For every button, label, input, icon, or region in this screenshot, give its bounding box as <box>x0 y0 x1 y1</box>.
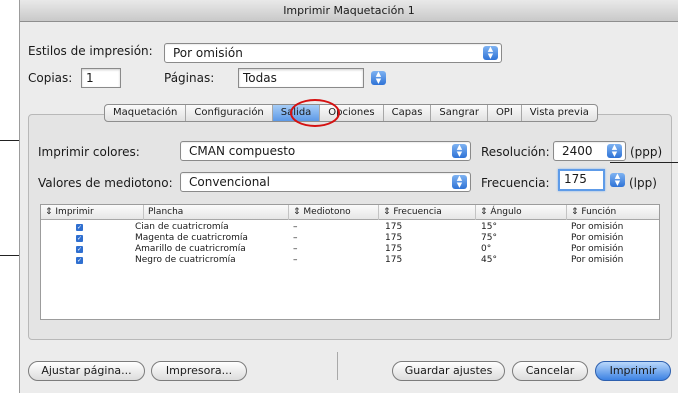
plate-angle: 45° <box>481 255 497 265</box>
printer-button[interactable]: Impresora... <box>151 361 247 381</box>
popup-arrows-icon: ▲ ▼ <box>483 46 498 60</box>
col-mediotono-label: Mediotono <box>303 207 351 217</box>
checkbox-checked-icon[interactable]: ✓ <box>76 224 83 231</box>
col-angulo-label: Ángulo <box>490 207 522 217</box>
table-row[interactable]: ✓ Cian de cuatricromía – 175 15° Por omi… <box>41 222 659 233</box>
print-button[interactable]: Imprimir <box>595 361 671 381</box>
print-styles-popup[interactable]: Por omisión ▲ ▼ <box>164 43 502 63</box>
tab-vista-previa[interactable]: Vista previa <box>522 105 597 121</box>
col-funcion[interactable]: ⇕ Función <box>566 205 661 220</box>
plate-function: Por omisión <box>571 233 624 243</box>
plate-name: Magenta de cuatricromía <box>135 233 248 243</box>
cancel-button[interactable]: Cancelar <box>512 361 588 381</box>
plate-name: Negro de cuatricromía <box>135 255 236 265</box>
plate-angle: 75° <box>481 233 497 243</box>
resolution-value: 2400 <box>562 144 593 158</box>
plate-frequency: 175 <box>385 233 403 243</box>
popup-arrows-icon: ▲ ▼ <box>452 175 467 189</box>
print-colors-value: CMAN compuesto <box>189 144 296 158</box>
plate-angle: 0° <box>481 244 492 254</box>
tab-sangrar[interactable]: Sangrar <box>431 105 488 121</box>
plate-frequency: 175 <box>385 255 403 265</box>
copies-field[interactable]: 1 <box>81 68 121 88</box>
frequency-field[interactable]: 175 <box>558 169 605 191</box>
print-colors-label: Imprimir colores: <box>38 145 140 159</box>
plate-frequency: 175 <box>385 222 403 232</box>
plate-halftone: – <box>293 244 298 254</box>
pages-popup-arrows-icon[interactable]: ▲ ▼ <box>371 71 386 85</box>
print-colors-popup[interactable]: CMAN compuesto ▲ ▼ <box>180 141 471 161</box>
tab-maquetacion[interactable]: Maquetación <box>105 105 187 121</box>
resolution-label: Resolución: <box>481 145 550 159</box>
table-row[interactable]: ✓ Negro de cuatricromía – 175 45° Por om… <box>41 255 659 266</box>
frequency-label: Frecuencia: <box>481 176 550 190</box>
plate-frequency: 175 <box>385 244 403 254</box>
frequency-arrows-icon[interactable]: ▲ ▼ <box>610 173 625 187</box>
checkbox-checked-icon[interactable]: ✓ <box>76 257 83 264</box>
col-plancha[interactable]: Plancha <box>143 205 288 220</box>
callout-line-frequency <box>610 162 678 163</box>
frequency-unit: (lpp) <box>629 176 657 190</box>
copies-label: Copias: <box>28 71 73 85</box>
resolution-popup[interactable]: 2400 ▲ ▼ <box>553 141 626 161</box>
col-imprimir-label: Imprimir <box>55 207 94 217</box>
col-plancha-label: Plancha <box>148 207 184 217</box>
halftone-label: Valores de mediotono: <box>38 176 173 190</box>
col-frecuencia[interactable]: ⇕ Frecuencia <box>378 205 475 220</box>
checkbox-checked-icon[interactable]: ✓ <box>76 246 83 253</box>
pages-field[interactable]: Todas <box>238 68 364 88</box>
col-imprimir[interactable]: ⇕ Imprimir <box>41 205 143 220</box>
col-funcion-label: Función <box>581 207 617 217</box>
tab-capas[interactable]: Capas <box>384 105 432 121</box>
pages-label: Páginas: <box>164 71 215 85</box>
window-title: Imprimir Maquetación 1 <box>20 0 678 22</box>
highlight-ring <box>290 99 340 127</box>
plates-table: ⇕ Imprimir Plancha ⇕ Mediotono ⇕ Frecuen… <box>40 204 660 320</box>
tab-bar: Maquetación Configuración Salida Opcione… <box>104 104 598 122</box>
checkbox-checked-icon[interactable]: ✓ <box>76 235 83 242</box>
plate-name: Amarillo de cuatricromía <box>135 244 246 254</box>
plate-angle: 15° <box>481 222 497 232</box>
plate-name: Cian de cuatricromía <box>135 222 229 232</box>
table-row[interactable]: ✓ Amarillo de cuatricromía – 175 0° Por … <box>41 244 659 255</box>
button-divider <box>337 352 338 380</box>
col-angulo[interactable]: ⇕ Ángulo <box>475 205 566 220</box>
plate-function: Por omisión <box>571 255 624 265</box>
plate-halftone: – <box>293 233 298 243</box>
print-dialog: Imprimir Maquetación 1 Estilos de impres… <box>19 0 678 393</box>
print-styles-label: Estilos de impresión: <box>28 44 153 58</box>
col-mediotono[interactable]: ⇕ Mediotono <box>288 205 378 220</box>
popup-arrows-icon: ▲ ▼ <box>607 144 622 158</box>
table-header: ⇕ Imprimir Plancha ⇕ Mediotono ⇕ Frecuen… <box>41 205 659 220</box>
adjust-page-button[interactable]: Ajustar página... <box>28 361 145 381</box>
popup-arrows-icon: ▲ ▼ <box>452 144 467 158</box>
halftone-value: Convencional <box>189 175 270 189</box>
plate-function: Por omisión <box>571 222 624 232</box>
table-row[interactable]: ✓ Magenta de cuatricromía – 175 75° Por … <box>41 233 659 244</box>
print-styles-value: Por omisión <box>173 46 243 60</box>
tab-opi[interactable]: OPI <box>488 105 522 121</box>
plate-function: Por omisión <box>571 244 624 254</box>
resolution-unit: (ppp) <box>630 145 663 159</box>
halftone-popup[interactable]: Convencional ▲ ▼ <box>180 172 471 192</box>
save-settings-button[interactable]: Guardar ajustes <box>392 361 505 381</box>
col-frecuencia-label: Frecuencia <box>393 207 442 217</box>
plate-halftone: – <box>293 255 298 265</box>
tab-configuracion[interactable]: Configuración <box>186 105 273 121</box>
plate-halftone: – <box>293 222 298 232</box>
